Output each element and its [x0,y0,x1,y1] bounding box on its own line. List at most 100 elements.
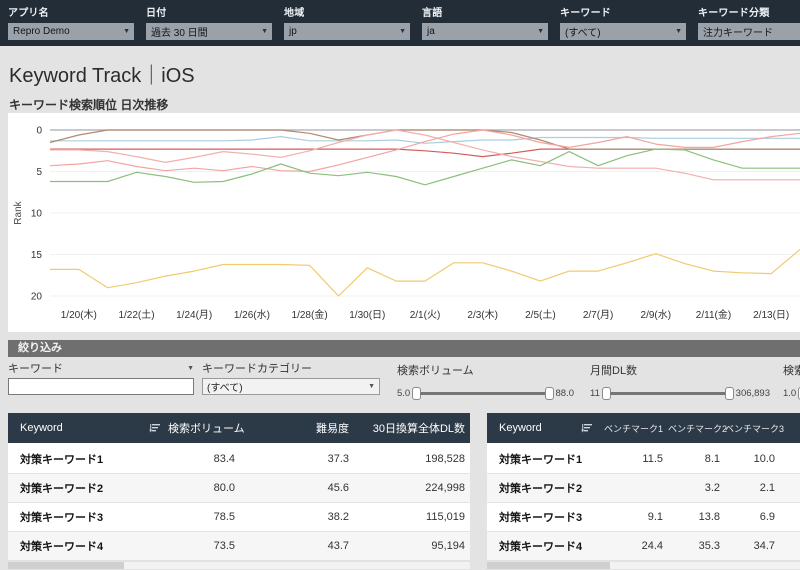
scrollbar-thumb[interactable] [487,562,610,569]
value-cell: 9.1 [647,511,663,523]
table-inner: Keyword 検索ボリューム 難易度 30日換算全体DL数 対策キーワード1 83.4 3… [8,413,470,569]
table-row[interactable]: 対策キーワード3 78.5 38.2 115,019 [8,503,470,532]
top-filter-0: アプリ名 Repro Demo ▼ [8,4,134,40]
value-cell: 198,528 [425,453,465,465]
x-axis-tick-label: 1/28(金) [292,308,328,321]
top-filter-dropdown[interactable]: (すべて) ▼ [560,23,686,40]
column-header-label: ベンチマーク1 [603,423,663,434]
value-cell: 13.8 [698,511,720,523]
table-row[interactable]: 対策キーワード4 73.5 43.7 95,194 [8,532,470,561]
value-cell: 95,194 [431,540,465,552]
value-cell: 78.5 [213,511,235,523]
y-axis-title: Rank [13,200,24,224]
top-filter-dropdown[interactable]: ja ▼ [422,23,548,40]
top-filter-value: jp [289,26,297,37]
chevron-down-icon[interactable]: ▼ [187,365,194,372]
keyword-category-dropdown[interactable]: (すべて) ▼ [202,378,380,395]
value-cell: 3.2 [704,482,720,494]
x-axis-tick-label: 2/1(火) [410,309,441,321]
column-header-keyword[interactable]: Keyword [487,422,600,434]
rank-line-cyan[interactable] [50,136,800,144]
table-row[interactable]: 対策キーワード2 80.0 45.6 224,998 [8,474,470,503]
table-header-row: Keyword 検索ボリューム 難易度 30日換算全体DL数 [8,413,470,445]
slider-min-value: 11 [590,388,600,399]
x-axis-tick-label: 2/9(水) [641,309,672,321]
column-header-label: 検索ボリューム [168,423,245,435]
top-filter-2: 地域 jp ▼ [284,4,410,40]
top-filter-label: 日付 [146,8,167,19]
x-axis-tick-label: 2/13(日) [753,310,789,321]
keyword-filter-input[interactable] [8,378,194,395]
column-header[interactable]: 30日換算全体DL数 [354,420,470,436]
top-filter-value: Repro Demo [13,26,70,37]
rank-line-green[interactable] [50,148,800,186]
column-header-label: ベンチマーク3 [725,423,785,434]
rank-line-brown[interactable] [49,129,800,150]
y-axis-tick-label: 5 [36,167,42,178]
chevron-down-icon: ▼ [537,28,544,35]
top-filter-dropdown[interactable]: Repro Demo ▼ [8,23,134,40]
table-row[interactable]: 対策キーワード3 9.1 13.8 6.9 [487,503,800,532]
table-row[interactable]: 対策キーワード2 3.2 2.1 [487,474,800,503]
chevron-down-icon: ▼ [675,28,682,35]
top-filter-dropdown[interactable]: 注力キーワード▼ [698,23,800,40]
keyword-cell: 対策キーワード4 [499,541,583,553]
value-cell: 115,019 [426,511,465,523]
table-row[interactable]: 対策キーワード1 83.4 37.3 198,528 [8,445,470,474]
table-header-row: Keyword ベンチマーク1 ベンチマーク2 ベンチマーク3 [487,413,800,445]
table-row[interactable]: 対策キーワード1 11.5 8.1 10.0 [487,445,800,474]
table-row[interactable]: 対策キーワード4 24.4 35.3 34.7 [487,532,800,561]
value-cell: 45.6 [327,482,349,494]
rank-trend-chart[interactable]: 0 5 10 15 20 Rank 1/20(木) 1/22(土) 1/24(月) 1/26(水)… [8,113,800,332]
chevron-down-icon: ▼ [123,28,130,35]
rank-line-pink[interactable] [50,129,800,181]
sort-icon[interactable] [581,423,592,433]
rank-line-red[interactable] [50,148,800,158]
column-header-label: Keyword [499,422,542,434]
top-filter-dropdown[interactable]: 過去 30 日間 ▼ [146,23,272,40]
value-cell: 37.3 [327,453,349,465]
horizontal-scrollbar[interactable] [8,562,470,569]
slider-track[interactable] [609,392,726,395]
keyword-category-label: キーワードカテゴリー [202,363,312,375]
keyword-category-filter-group: キーワードカテゴリー (すべて) ▼ [202,362,380,395]
column-header[interactable]: ベンチマーク1 [600,422,668,435]
slider-label: 検索 [783,365,800,377]
value-cell: 2.1 [759,482,775,494]
slider-min-value: 5.0 [397,388,411,399]
column-header[interactable]: 検索ボリューム [168,420,245,436]
top-filter-value: 注力キーワード [703,28,773,39]
x-axis-tick-label: 1/22(土) [118,308,154,321]
column-header-label: 30日換算全体DL数 [372,423,465,435]
slider-handle-right[interactable] [724,387,734,400]
slider-handle-right[interactable] [544,387,554,400]
dashboard-root: アプリ名 Repro Demo ▼ 日付 過去 30 日間 ▼ 地域 jp ▼ 言語 ja ▼ キーワー… [0,0,800,570]
value-cell: 24.4 [641,540,663,552]
keyword-cell: 対策キーワード2 [499,483,583,495]
x-axis-tick-label: 2/3(木) [467,309,498,321]
top-filter-dropdown[interactable]: jp ▼ [284,23,410,40]
y-axis-tick-label: 10 [31,209,43,220]
column-header[interactable]: ベンチマーク3 [725,422,784,435]
y-axis-tick-label: 0 [36,126,42,137]
x-axis-tick-label: 1/30(日) [349,310,385,321]
slider-max-value: 88.0 [555,388,575,399]
rank-line-yellow[interactable] [50,249,800,297]
x-axis-tick-label: 1/20(木) [61,309,97,321]
rank-trend-chart-canvas: 0 5 10 15 20 Rank 1/20(木) 1/22(土) 1/24(月) 1/26(水)… [13,126,800,321]
keyword-cell: 対策キーワード3 [20,512,104,524]
slider-max-value: 306,893 [735,388,770,399]
horizontal-scrollbar[interactable] [487,562,800,569]
column-header[interactable]: ベンチマーク2 [668,422,727,435]
chart-title: キーワード検索順位 日次推移 [9,98,169,112]
column-header-keyword[interactable]: Keyword [8,422,168,434]
value-cell: 34.7 [753,540,775,552]
value-cell: 6.9 [759,511,775,523]
column-header-label: 難易度 [316,423,349,435]
sort-icon[interactable] [149,423,160,433]
slider-track[interactable] [420,392,546,395]
value-cell: 80.0 [213,482,235,494]
scrollbar-thumb[interactable] [8,562,124,569]
column-header[interactable]: 難易度 [240,420,354,436]
keyword-category-value: (すべて) [207,383,243,394]
